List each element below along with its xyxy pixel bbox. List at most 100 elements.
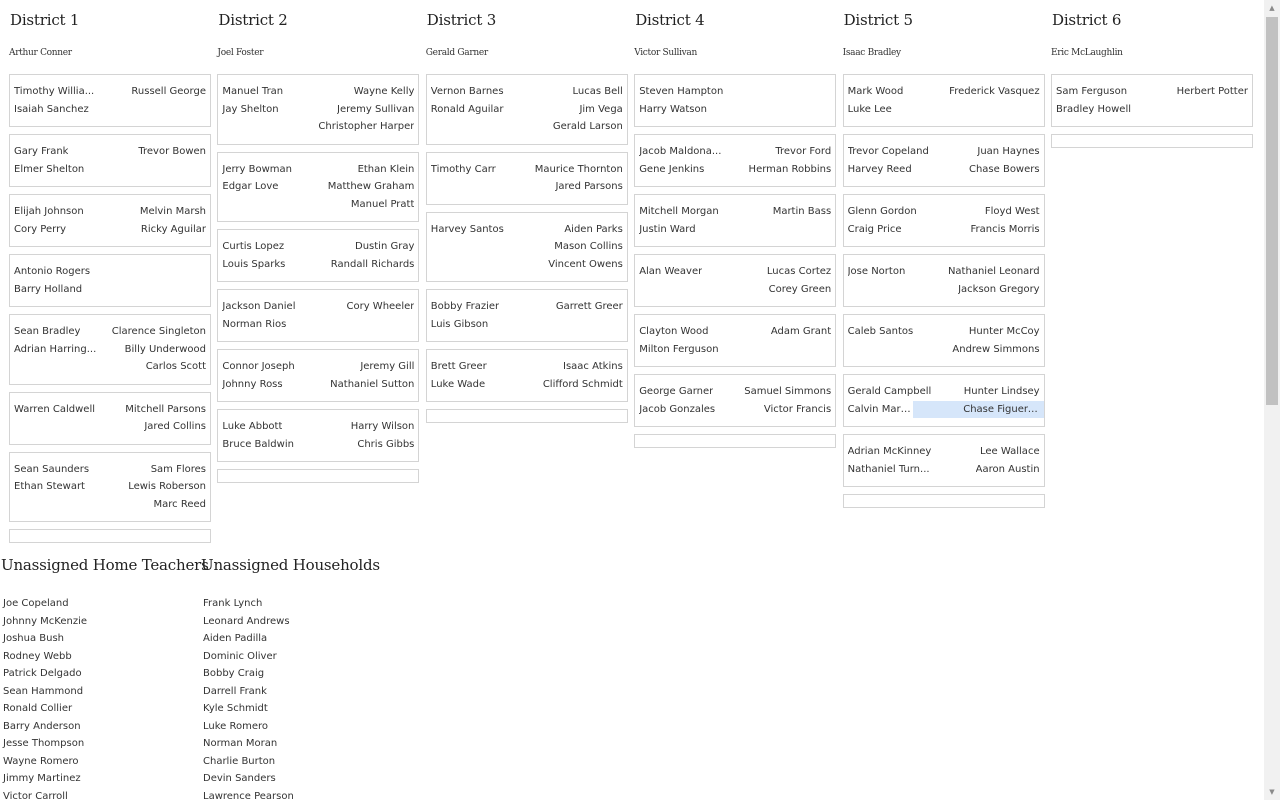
home-teacher-name[interactable]: Craig Price: [848, 221, 902, 239]
household-name[interactable]: Gerald Larson: [553, 118, 623, 136]
home-teacher-name[interactable]: Johnny Ross: [222, 376, 282, 394]
companionship-group[interactable]: Vernon Barnes Lucas Bell Ronald Aguilar Jim…: [425, 74, 628, 145]
home-teacher-name[interactable]: Norman Rios: [222, 316, 286, 334]
unassigned-household-item[interactable]: Kyle Schmidt: [201, 700, 380, 718]
home-teacher-name[interactable]: Luke Abbott: [222, 418, 282, 436]
companionship-group[interactable]: Jerry Bowman Ethan Klein Edgar Love Matthew…: [217, 151, 420, 222]
home-teacher-name[interactable]: Adrian Harring...: [14, 341, 96, 359]
home-teacher-name[interactable]: Elijah Johnson: [14, 203, 84, 221]
household-name[interactable]: Wayne Kelly: [354, 83, 415, 101]
unassigned-teacher-item[interactable]: Wayne Romero: [1, 753, 209, 771]
new-group-dropzone[interactable]: [1051, 134, 1253, 148]
household-name[interactable]: Mason Collins: [554, 238, 623, 256]
companionship-group[interactable]: Clayton Wood Adam Grant Milton Ferguson: [634, 314, 837, 367]
home-teacher-name[interactable]: Jackson Daniel: [222, 298, 295, 316]
household-name[interactable]: Jared Collins: [144, 418, 206, 436]
household-name[interactable]: Manuel Pratt: [351, 196, 414, 214]
home-teacher-name[interactable]: Calvin Martin: [848, 401, 914, 419]
new-group-dropzone[interactable]: [217, 469, 420, 483]
unassigned-teacher-item[interactable]: Ronald Collier: [1, 700, 209, 718]
scrollbar-thumb[interactable]: [1266, 17, 1278, 405]
home-teacher-name[interactable]: Sam Ferguson: [1056, 83, 1127, 101]
home-teacher-name[interactable]: Jacob Gonzales: [639, 401, 715, 419]
companionship-group[interactable]: Timothy Willia... Russell George Isaiah Sa…: [9, 74, 211, 127]
companionship-group[interactable]: Gary Frank Trevor Bowen Elmer Shelton: [9, 134, 211, 187]
household-name[interactable]: Chris Gibbs: [357, 436, 414, 454]
household-name[interactable]: Matthew Graham: [328, 178, 415, 196]
household-name[interactable]: Juan Haynes: [977, 143, 1039, 161]
home-teacher-name[interactable]: Brett Greer: [431, 358, 487, 376]
home-teacher-name[interactable]: Sean Bradley: [14, 323, 80, 341]
home-teacher-name[interactable]: Alan Weaver: [639, 263, 702, 281]
home-teacher-name[interactable]: Elmer Shelton: [14, 161, 84, 179]
home-teacher-name[interactable]: Gene Jenkins: [639, 161, 704, 179]
companionship-group[interactable]: Jose Norton Nathaniel Leonard Jackson Greg…: [842, 254, 1045, 307]
household-name[interactable]: Floyd West: [985, 203, 1040, 221]
unassigned-household-item[interactable]: Dominic Oliver: [201, 648, 380, 666]
home-teacher-name[interactable]: Justin Ward: [639, 221, 695, 239]
household-name[interactable]: Trevor Ford: [775, 143, 831, 161]
companionship-group[interactable]: Steven Hampton Harry Watson: [634, 74, 837, 127]
new-group-dropzone[interactable]: [842, 494, 1045, 508]
companionship-group[interactable]: Gerald Campbell Hunter Lindsey Calvin Mart…: [842, 374, 1045, 427]
home-teacher-name[interactable]: Timothy Willia...: [14, 83, 94, 101]
companionship-group[interactable]: Jacob Maldona... Trevor Ford Gene Jenkins H…: [634, 134, 837, 187]
companionship-group[interactable]: Manuel Tran Wayne Kelly Jay Shelton Jeremy …: [217, 74, 420, 145]
home-teacher-name[interactable]: Sean Saunders: [14, 461, 89, 479]
home-teacher-name[interactable]: Bobby Frazier: [431, 298, 499, 316]
household-name[interactable]: Russell George: [131, 83, 206, 101]
unassigned-teacher-item[interactable]: Patrick Delgado: [1, 665, 209, 683]
home-teacher-name[interactable]: Bradley Howell: [1056, 101, 1131, 119]
household-name[interactable]: Francis Morris: [971, 221, 1040, 239]
unassigned-household-item[interactable]: Leonard Andrews: [201, 613, 380, 631]
new-group-dropzone[interactable]: [425, 409, 628, 423]
home-teacher-name[interactable]: Glenn Gordon: [848, 203, 917, 221]
unassigned-teacher-item[interactable]: Jimmy Martinez: [1, 770, 209, 788]
unassigned-household-item[interactable]: Norman Moran: [201, 735, 380, 753]
home-teacher-name[interactable]: George Garner: [639, 383, 713, 401]
companionship-group[interactable]: Sean Saunders Sam Flores Ethan Stewart Lewi…: [9, 451, 211, 522]
companionship-group[interactable]: Luke Abbott Harry Wilson Bruce Baldwin Chri…: [217, 409, 420, 462]
household-name[interactable]: Ethan Klein: [358, 161, 415, 179]
home-teacher-name[interactable]: Connor Joseph: [222, 358, 294, 376]
home-teacher-name[interactable]: Adrian McKinney: [848, 443, 932, 461]
household-name[interactable]: Lee Wallace: [980, 443, 1040, 461]
household-name[interactable]: Hunter Lindsey: [964, 383, 1040, 401]
home-teacher-name[interactable]: Ethan Stewart: [14, 478, 85, 496]
home-teacher-name[interactable]: Jose Norton: [848, 263, 906, 281]
companionship-group[interactable]: Jackson Daniel Cory Wheeler Norman Rios: [217, 289, 420, 342]
household-name[interactable]: Lewis Roberson: [128, 478, 206, 496]
household-name[interactable]: Randall Richards: [331, 256, 415, 274]
unassigned-household-item[interactable]: Devin Sanders: [201, 770, 380, 788]
home-teacher-name[interactable]: Jay Shelton: [222, 101, 278, 119]
household-name[interactable]: Martin Bass: [773, 203, 832, 221]
household-name[interactable]: Garrett Greer: [556, 298, 623, 316]
home-teacher-name[interactable]: Isaiah Sanchez: [14, 101, 89, 119]
household-name[interactable]: Maurice Thornton: [535, 161, 623, 179]
household-name[interactable]: Mitchell Parsons: [125, 401, 206, 419]
unassigned-household-item[interactable]: Charlie Burton: [201, 753, 380, 771]
companionship-group[interactable]: Mitchell Morgan Martin Bass Justin Ward: [634, 194, 837, 247]
home-teacher-name[interactable]: Milton Ferguson: [639, 341, 718, 359]
household-name[interactable]: Aaron Austin: [976, 461, 1040, 479]
household-name[interactable]: Lucas Cortez: [767, 263, 831, 281]
home-teacher-name[interactable]: Harvey Reed: [848, 161, 912, 179]
household-name[interactable]: Victor Francis: [764, 401, 831, 419]
home-teacher-name[interactable]: Louis Sparks: [222, 256, 285, 274]
home-teacher-name[interactable]: Gary Frank: [14, 143, 68, 161]
unassigned-teacher-item[interactable]: Joe Copeland: [1, 595, 209, 613]
home-teacher-name[interactable]: Manuel Tran: [222, 83, 283, 101]
household-name[interactable]: Clarence Singleton: [112, 323, 206, 341]
unassigned-teacher-item[interactable]: Jesse Thompson: [1, 735, 209, 753]
unassigned-household-item[interactable]: Aiden Padilla: [201, 630, 380, 648]
home-teacher-name[interactable]: Barry Holland: [14, 281, 82, 299]
household-name[interactable]: Adam Grant: [771, 323, 831, 341]
household-name[interactable]: Hunter McCoy: [969, 323, 1040, 341]
scroll-down-icon[interactable]: ▼: [1264, 784, 1280, 800]
companionship-group[interactable]: Connor Joseph Jeremy Gill Johnny Ross Natha…: [217, 349, 420, 402]
home-teacher-name[interactable]: Luis Gibson: [431, 316, 488, 334]
home-teacher-name[interactable]: Harry Watson: [639, 101, 707, 119]
home-teacher-name[interactable]: Steven Hampton: [639, 83, 723, 101]
household-name[interactable]: Sam Flores: [151, 461, 206, 479]
household-name[interactable]: Jim Vega: [579, 101, 622, 119]
